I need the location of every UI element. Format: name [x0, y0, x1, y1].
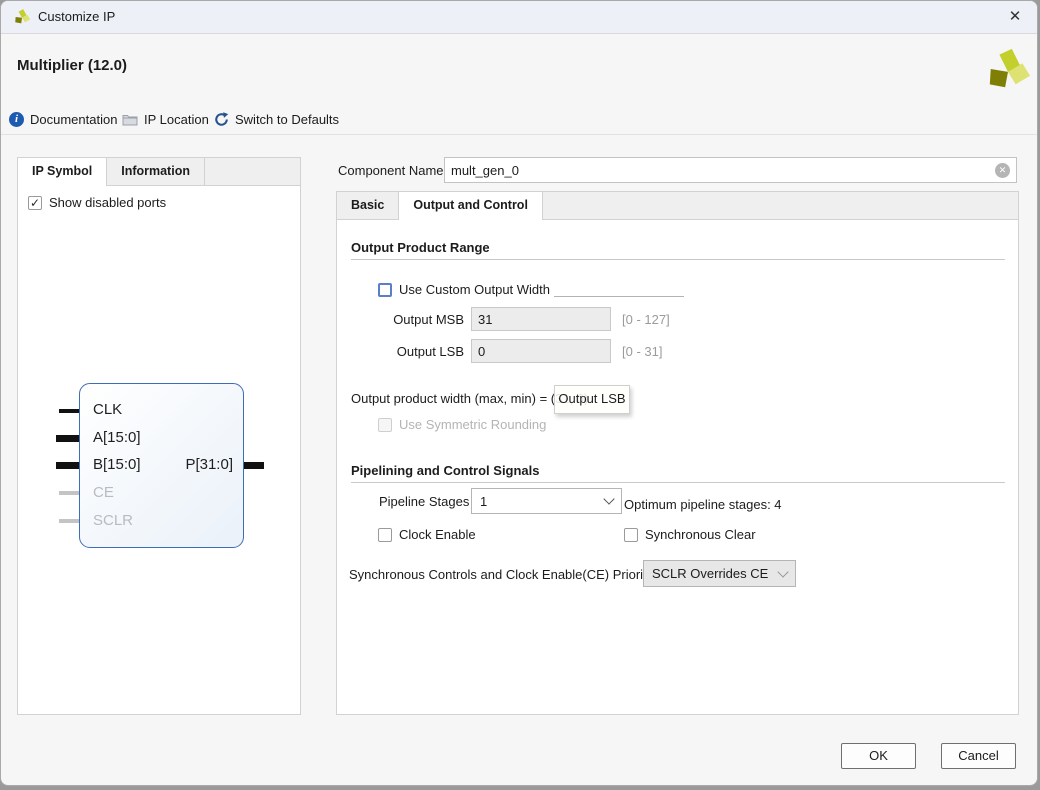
switch-to-defaults-label: Switch to Defaults: [235, 112, 339, 127]
tab-output-and-control[interactable]: Output and Control: [399, 192, 543, 219]
port-label-clk: CLK: [93, 401, 122, 418]
pipeline-stages-label: Pipeline Stages: [379, 494, 469, 509]
port-stub-a: [56, 435, 79, 442]
screen: Customize IP ✕ Multiplier (12.0) i Docum…: [0, 0, 1040, 790]
output-lsb-label: Output LSB: [351, 344, 464, 359]
priority-value: SCLR Overrides CE: [652, 566, 768, 581]
output-product-width-text: Output product width (max, min) = (31, 0…: [351, 391, 588, 406]
tab-information[interactable]: Information: [107, 158, 205, 185]
checkbox-unchecked[interactable]: [378, 528, 392, 542]
close-icon[interactable]: ✕: [1003, 6, 1027, 28]
brand-logo: [985, 45, 1031, 95]
clock-enable-checkbox[interactable]: Clock Enable: [378, 527, 476, 542]
cancel-button[interactable]: Cancel: [941, 743, 1016, 769]
priority-label: Synchronous Controls and Clock Enable(CE…: [349, 567, 653, 582]
switch-to-defaults-button[interactable]: Switch to Defaults: [214, 109, 339, 129]
output-msb-label: Output MSB: [351, 312, 464, 327]
page-title: Multiplier (12.0): [17, 57, 127, 74]
left-tabstrip: IP Symbol Information: [18, 158, 300, 186]
main-tabstrip: Basic Output and Control: [337, 192, 1018, 220]
port-label-ce: CE: [93, 484, 114, 501]
synchronous-clear-label: Synchronous Clear: [645, 527, 756, 542]
output-product-range-title: Output Product Range: [351, 240, 490, 255]
chevron-down-icon: [777, 566, 788, 577]
use-custom-output-width-label: Use Custom Output Width: [399, 282, 550, 297]
checkbox-checked[interactable]: ✓: [28, 196, 42, 210]
checkbox-disabled: [378, 418, 392, 432]
port-label-sclr: SCLR: [93, 512, 133, 529]
info-icon: i: [9, 112, 24, 127]
refresh-icon: [214, 112, 229, 127]
output-lsb-value: 0: [478, 344, 485, 359]
app-logo-icon: [13, 8, 31, 26]
section-rule: [351, 482, 1005, 483]
use-symmetric-rounding-checkbox: Use Symmetric Rounding: [378, 417, 546, 432]
port-label-a: A[15:0]: [93, 429, 141, 446]
ok-button[interactable]: OK: [841, 743, 916, 769]
optimum-pipeline-text: Optimum pipeline stages: 4: [624, 497, 782, 512]
window-title: Customize IP: [38, 9, 115, 24]
output-lsb-input: 0: [471, 339, 611, 363]
checkbox-unchecked[interactable]: [624, 528, 638, 542]
port-stub-b: [56, 462, 79, 469]
pipeline-stages-select[interactable]: 1: [471, 488, 622, 514]
inline-rule: [554, 296, 684, 297]
ip-location-button[interactable]: IP Location: [122, 109, 209, 129]
pipeline-stages-value: 1: [480, 494, 487, 509]
documentation-label: Documentation: [30, 112, 117, 127]
port-stub-sclr: [59, 519, 79, 523]
port-stub-clk: [59, 409, 79, 413]
title-bar[interactable]: Customize IP ✕: [1, 1, 1037, 34]
port-stub-p: [244, 462, 264, 469]
component-name-label: Component Name: [338, 163, 444, 178]
tab-ip-symbol[interactable]: IP Symbol: [18, 158, 107, 185]
ip-location-label: IP Location: [144, 112, 209, 127]
use-symmetric-rounding-label: Use Symmetric Rounding: [399, 417, 546, 432]
section-rule: [351, 259, 1005, 260]
documentation-button[interactable]: i Documentation: [9, 109, 117, 129]
header-divider: [1, 134, 1037, 135]
clear-icon[interactable]: ✕: [995, 163, 1010, 178]
port-label-p: P[31:0]: [151, 456, 233, 473]
tab-basic[interactable]: Basic: [337, 192, 399, 219]
pipelining-title: Pipelining and Control Signals: [351, 463, 540, 478]
output-lsb-range: [0 - 31]: [622, 344, 662, 359]
config-panel: Basic Output and Control: [336, 191, 1019, 715]
clock-enable-label: Clock Enable: [399, 527, 476, 542]
port-label-b: B[15:0]: [93, 456, 141, 473]
synchronous-clear-checkbox[interactable]: Synchronous Clear: [624, 527, 756, 542]
port-stub-ce: [59, 491, 79, 495]
checkbox-unchecked[interactable]: [378, 283, 392, 297]
show-disabled-ports-label: Show disabled ports: [49, 195, 166, 210]
tooltip: Output LSB: [554, 385, 630, 414]
priority-select: SCLR Overrides CE: [643, 560, 796, 587]
use-custom-output-width-checkbox[interactable]: Use Custom Output Width: [378, 282, 550, 297]
output-msb-value: 31: [478, 312, 492, 327]
customize-ip-dialog: Customize IP ✕ Multiplier (12.0) i Docum…: [0, 0, 1038, 786]
component-name-input[interactable]: mult_gen_0 ✕: [444, 157, 1017, 183]
show-disabled-ports-checkbox[interactable]: ✓ Show disabled ports: [28, 195, 166, 210]
output-msb-range: [0 - 127]: [622, 312, 670, 327]
output-msb-input: 31: [471, 307, 611, 331]
component-name-value: mult_gen_0: [451, 163, 519, 178]
chevron-down-icon: [603, 493, 614, 504]
folder-icon: [122, 113, 138, 126]
